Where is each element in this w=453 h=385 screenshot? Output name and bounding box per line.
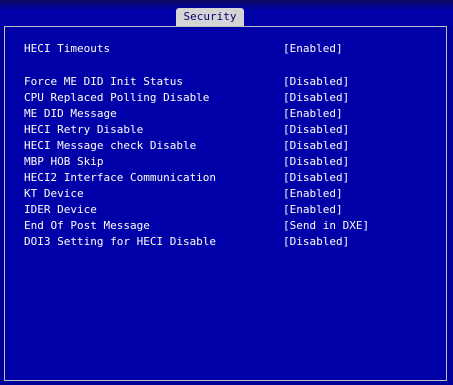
setting-row-ider-device[interactable]: IDER Device [Enabled] xyxy=(5,202,446,218)
setting-row-end-of-post-message[interactable]: End Of Post Message [Send in DXE] xyxy=(5,218,446,234)
setting-value[interactable]: [Enabled] xyxy=(283,186,343,202)
setting-row-me-did-message[interactable]: ME DID Message [Enabled] xyxy=(5,106,446,122)
setting-value[interactable]: [Enabled] xyxy=(283,202,343,218)
setting-value[interactable]: [Disabled] xyxy=(283,90,349,106)
setting-label: ME DID Message xyxy=(24,107,117,120)
setting-label: End Of Post Message xyxy=(24,219,150,232)
setting-row-doi3-setting-for-heci-disable[interactable]: DOI3 Setting for HECI Disable [Disabled] xyxy=(5,234,446,250)
setting-value[interactable]: [Enabled] xyxy=(283,41,343,57)
setting-value[interactable]: [Disabled] xyxy=(283,138,349,154)
setting-row-heci2-interface-communication[interactable]: HECI2 Interface Communication [Disabled] xyxy=(5,170,446,186)
setting-row-force-me-did-init-status[interactable]: Force ME DID Init Status [Disabled] xyxy=(5,74,446,90)
top-bar: Security xyxy=(0,0,453,26)
setting-value[interactable]: [Disabled] xyxy=(283,122,349,138)
setting-label: HECI Message check Disable xyxy=(24,139,197,152)
setting-label: CPU Replaced Polling Disable xyxy=(24,91,210,104)
setting-label: MBP HOB Skip xyxy=(24,155,104,168)
setting-value[interactable]: [Disabled] xyxy=(283,234,349,250)
settings-panel: HECI Timeouts [Enabled] Force ME DID Ini… xyxy=(4,26,447,381)
setting-value[interactable]: [Disabled] xyxy=(283,74,349,90)
setting-row-heci-timeouts[interactable]: HECI Timeouts [Enabled] xyxy=(5,41,446,57)
setting-label: IDER Device xyxy=(24,203,97,216)
setting-row-mbp-hob-skip[interactable]: MBP HOB Skip [Disabled] xyxy=(5,154,446,170)
setting-row-heci-retry-disable[interactable]: HECI Retry Disable [Disabled] xyxy=(5,122,446,138)
setting-row-heci-message-check-disable[interactable]: HECI Message check Disable [Disabled] xyxy=(5,138,446,154)
tab-security[interactable]: Security xyxy=(176,8,244,26)
setting-row-kt-device[interactable]: KT Device [Enabled] xyxy=(5,186,446,202)
setting-value[interactable]: [Send in DXE] xyxy=(283,218,369,234)
setting-label: HECI Timeouts xyxy=(24,42,111,55)
setting-label: Force ME DID Init Status xyxy=(24,75,183,88)
setting-label: HECI Retry Disable xyxy=(24,123,144,136)
setting-value[interactable]: [Disabled] xyxy=(283,154,349,170)
setting-row-cpu-replaced-polling-disable[interactable]: CPU Replaced Polling Disable [Disabled] xyxy=(5,90,446,106)
setting-label: HECI2 Interface Communication xyxy=(24,171,217,184)
setting-label: DOI3 Setting for HECI Disable xyxy=(24,235,217,248)
setting-value[interactable]: [Enabled] xyxy=(283,106,343,122)
setting-label: KT Device xyxy=(24,187,84,200)
setting-value[interactable]: [Disabled] xyxy=(283,170,349,186)
